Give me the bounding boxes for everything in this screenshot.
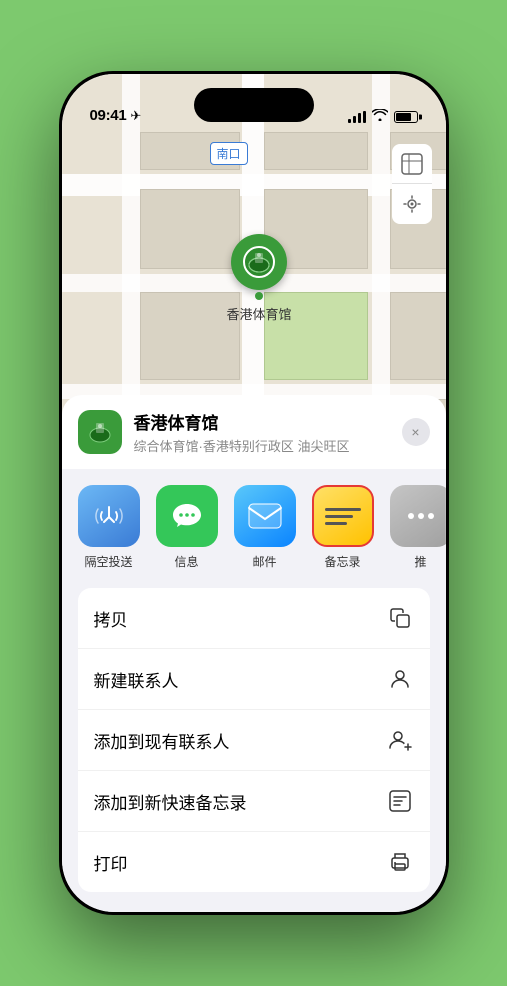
notes-line-3 [325,522,347,525]
venue-card: 香港体育馆 综合体育馆·香港特别行政区 油尖旺区 × [62,395,446,469]
action-copy-label: 拷贝 [94,606,128,631]
notes-lines [325,508,361,525]
signal-bar-2 [353,116,356,123]
dynamic-island [194,88,314,122]
building-10 [264,132,368,170]
new-contact-icon [386,665,414,693]
add-existing-icon [386,726,414,754]
map-controls [392,144,432,224]
venue-pin[interactable]: 香港体育馆 [227,234,292,323]
action-copy[interactable]: 拷贝 [78,588,430,649]
phone-screen: 09:41 ✈ [62,74,446,912]
share-notes[interactable]: 备忘录 [312,485,374,570]
share-messages[interactable]: 信息 [156,485,218,570]
location-button[interactable] [392,184,432,224]
share-more[interactable]: 推 [390,485,446,570]
bottom-sheet: 香港体育馆 综合体育馆·香港特别行政区 油尖旺区 × [62,395,446,912]
status-icons [348,109,418,124]
action-print-label: 打印 [94,850,128,875]
copy-icon [386,604,414,632]
status-time: 09:41 [90,107,127,124]
venue-desc: 综合体育馆·香港特别行政区 油尖旺区 [134,436,390,455]
airdrop-label: 隔空投送 [84,553,132,570]
add-notes-icon [386,787,414,815]
messages-icon [156,485,218,547]
notes-line-2 [325,515,353,518]
map-label-text: 南口 [217,147,241,161]
notes-label: 备忘录 [324,553,360,570]
signal-bar-3 [358,113,361,123]
mail-icon [234,485,296,547]
venue-name: 香港体育馆 [134,409,390,434]
wifi-icon [372,109,388,124]
map-type-button[interactable] [392,144,432,184]
signal-bars [348,111,366,123]
battery-icon [394,111,418,123]
venue-card-icon [78,410,122,454]
mail-label: 邮件 [252,553,276,570]
pin-label: 香港体育馆 [227,304,292,323]
building-4 [140,292,240,380]
share-row: 隔空投送 信息 [62,469,446,578]
more-icon [390,485,446,547]
action-print[interactable]: 打印 [78,832,430,892]
action-new-contact-label: 新建联系人 [94,667,179,692]
signal-bar-1 [348,119,351,123]
action-new-contact[interactable]: 新建联系人 [78,649,430,710]
print-icon [386,848,414,876]
action-add-existing[interactable]: 添加到现有联系人 [78,710,430,771]
venue-info: 香港体育馆 综合体育馆·香港特别行政区 油尖旺区 [134,409,390,455]
phone-frame: 09:41 ✈ [59,71,449,915]
notes-icon [312,485,374,547]
action-add-existing-label: 添加到现有联系人 [94,728,230,753]
share-airdrop[interactable]: 隔空投送 [78,485,140,570]
pin-circle [231,234,287,290]
signal-bar-4 [363,111,366,123]
notes-line-1 [325,508,361,511]
map-label: 南口 [210,142,248,165]
action-add-notes-label: 添加到新快速备忘录 [94,789,247,814]
share-mail[interactable]: 邮件 [234,485,296,570]
more-label: 推 [414,553,426,570]
building-1 [140,189,240,269]
messages-label: 信息 [174,553,198,570]
action-add-notes[interactable]: 添加到新快速备忘录 [78,771,430,832]
airdrop-icon [78,485,140,547]
location-icon: ✈ [130,108,141,124]
action-list: 拷贝 新建联系人 [78,588,430,892]
pin-dot [255,292,263,300]
venue-close-button[interactable]: × [402,418,430,446]
battery-fill [396,113,411,121]
building-5 [390,292,446,380]
